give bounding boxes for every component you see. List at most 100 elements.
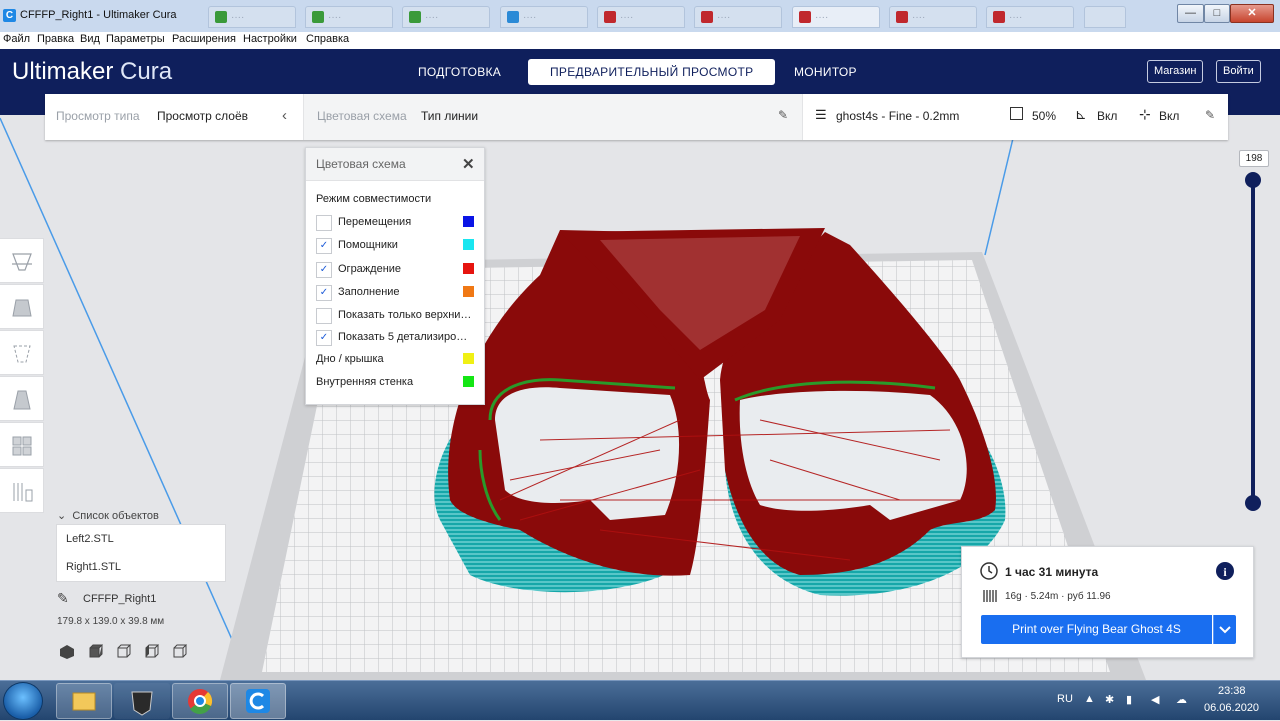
- move-tool-button[interactable]: [0, 238, 44, 283]
- chevron-down-icon: ⌄: [57, 510, 67, 522]
- checkbox-checked[interactable]: ✓: [316, 330, 332, 346]
- adhesion-value[interactable]: Вкл: [1159, 109, 1179, 123]
- top-view-icon[interactable]: [115, 644, 131, 660]
- checkbox-checked[interactable]: ✓: [316, 238, 332, 254]
- color-scheme-value[interactable]: Тип линии: [421, 109, 478, 123]
- print-options-dropdown[interactable]: [1213, 615, 1236, 644]
- menu-edit[interactable]: Правка: [37, 33, 74, 45]
- per-model-settings-button[interactable]: [0, 422, 44, 467]
- menu-view[interactable]: Вид: [80, 33, 100, 45]
- front-view-icon[interactable]: [87, 644, 103, 660]
- background-window-tab[interactable]: ····: [889, 6, 977, 28]
- support-blocker-icon: [13, 483, 33, 502]
- cura-taskbar-icon[interactable]: [230, 683, 286, 719]
- toggle-infill[interactable]: ✓ Заполнение: [316, 283, 478, 303]
- checkbox-checked[interactable]: ✓: [316, 285, 332, 301]
- cura-app-icon: C: [3, 9, 16, 22]
- toggle-top-layers-only[interactable]: Показать только верхние слои: [316, 306, 478, 326]
- login-button[interactable]: Войти: [1216, 60, 1261, 83]
- info-icon[interactable]: i: [1216, 562, 1234, 580]
- scale-icon: [12, 299, 32, 317]
- mirror-icon: [13, 390, 31, 410]
- onedrive-icon[interactable]: ☁: [1176, 693, 1187, 706]
- start-button[interactable]: [3, 682, 43, 720]
- list-item[interactable]: Right1.STL: [66, 561, 121, 573]
- background-window-tab[interactable]: ····: [694, 6, 782, 28]
- minimize-button[interactable]: —: [1177, 4, 1204, 23]
- background-window-tab[interactable]: ····: [597, 6, 685, 28]
- chevron-left-icon[interactable]: ‹: [282, 107, 287, 124]
- background-window-tab[interactable]: ····: [500, 6, 588, 28]
- new-tab-button[interactable]: [1084, 6, 1126, 28]
- checkbox-checked[interactable]: ✓: [316, 262, 332, 278]
- tab-prepare[interactable]: ПОДГОТОВКА: [396, 59, 523, 85]
- toggle-helpers[interactable]: ✓ Помощники: [316, 236, 478, 256]
- close-window-button[interactable]: ✕: [1230, 4, 1274, 23]
- toggle-shell[interactable]: ✓ Ограждение: [316, 260, 478, 280]
- top-bottom-color-swatch: [463, 353, 474, 364]
- background-window-tab[interactable]: ····: [208, 6, 296, 28]
- checkbox[interactable]: [316, 308, 332, 324]
- clock-time[interactable]: 23:38: [1218, 685, 1246, 697]
- left-view-icon[interactable]: [143, 644, 159, 660]
- tray-expand-icon[interactable]: ▲: [1084, 693, 1095, 705]
- menu-bar: Файл Правка Вид Параметры Расширения Нас…: [0, 32, 1280, 49]
- clock-date[interactable]: 06.06.2020: [1204, 702, 1259, 714]
- move-icon: [12, 253, 32, 271]
- toggle-detailed-layers[interactable]: ✓ Показать 5 детализированных слоёв: [316, 328, 478, 348]
- marketplace-button[interactable]: Магазин: [1147, 60, 1204, 83]
- tab-monitor[interactable]: МОНИТОР: [772, 59, 879, 85]
- object-dimensions: 179.8 x 139.0 x 39.8 мм: [57, 616, 165, 627]
- maximize-button[interactable]: □: [1204, 4, 1230, 23]
- pencil-icon[interactable]: ✎: [778, 108, 788, 122]
- layer-slider-top-handle[interactable]: [1245, 172, 1261, 188]
- list-item[interactable]: Left2.STL: [66, 533, 114, 545]
- chrome-taskbar-icon[interactable]: [172, 683, 228, 719]
- object-list-header[interactable]: ⌄ Список объектов: [57, 509, 159, 522]
- wot-taskbar-icon[interactable]: [114, 683, 170, 719]
- travel-color-swatch: [463, 216, 474, 227]
- print-over-network-button[interactable]: Print over Flying Bear Ghost 4S: [981, 615, 1212, 644]
- mirror-tool-button[interactable]: [0, 376, 44, 421]
- menu-parameters[interactable]: Параметры: [106, 33, 165, 45]
- per-model-settings-icon: [12, 436, 32, 456]
- color-scheme-selector[interactable]: Цветовая схема Тип линии ✎: [303, 94, 803, 140]
- bluetooth-icon[interactable]: ✱: [1105, 693, 1114, 706]
- pencil-icon[interactable]: ✎: [57, 590, 69, 607]
- scale-tool-button[interactable]: [0, 284, 44, 329]
- layer-number-field[interactable]: 198: [1239, 150, 1269, 167]
- support-blocker-button[interactable]: [0, 468, 44, 513]
- view-type-dropdown[interactable]: Просмотр слоёв: [157, 109, 248, 123]
- edit-settings-pencil-icon[interactable]: ✎: [1205, 108, 1215, 122]
- checkbox[interactable]: [316, 215, 332, 231]
- rotate-tool-button[interactable]: [0, 330, 44, 375]
- toggle-travel[interactable]: Перемещения: [316, 213, 478, 233]
- background-window-tab[interactable]: ····: [986, 6, 1074, 28]
- input-language[interactable]: RU: [1057, 693, 1073, 705]
- tab-preview[interactable]: ПРЕДВАРИТЕЛЬНЫЙ ПРОСМОТР: [528, 59, 776, 85]
- background-window-tab[interactable]: ····: [305, 6, 393, 28]
- close-icon[interactable]: ✕: [462, 155, 475, 173]
- layer-slider-bottom-handle[interactable]: [1245, 495, 1261, 511]
- layer-slider-track[interactable]: [1251, 180, 1255, 503]
- volume-icon[interactable]: ◀: [1151, 693, 1159, 706]
- right-view-icon[interactable]: [171, 644, 187, 660]
- selected-object-name[interactable]: CFFFP_Right1: [83, 593, 156, 605]
- infill-value[interactable]: 50%: [1032, 109, 1056, 123]
- menu-extensions[interactable]: Расширения: [172, 33, 236, 45]
- menu-help[interactable]: Справка: [306, 33, 349, 45]
- explorer-taskbar-icon[interactable]: [56, 683, 112, 719]
- support-value[interactable]: Вкл: [1097, 109, 1117, 123]
- infill-icon: [1010, 107, 1023, 120]
- menu-settings[interactable]: Настройки: [243, 33, 297, 45]
- menu-file[interactable]: Файл: [3, 33, 30, 45]
- 3d-view-icon[interactable]: [59, 644, 75, 660]
- network-icon[interactable]: ▮: [1126, 693, 1132, 706]
- background-window-tab[interactable]: ····: [402, 6, 490, 28]
- background-window-tab[interactable]: ····: [792, 6, 880, 28]
- view-settings-bar: Просмотр типа Просмотр слоёв ‹ Цветовая …: [45, 94, 1228, 140]
- legend-inner-wall: Внутренняя стенка: [316, 373, 478, 393]
- clock-icon: [980, 562, 998, 580]
- print-profile[interactable]: ghost4s - Fine - 0.2mm: [836, 109, 959, 123]
- print-time: 1 час 31 минута: [1005, 565, 1099, 579]
